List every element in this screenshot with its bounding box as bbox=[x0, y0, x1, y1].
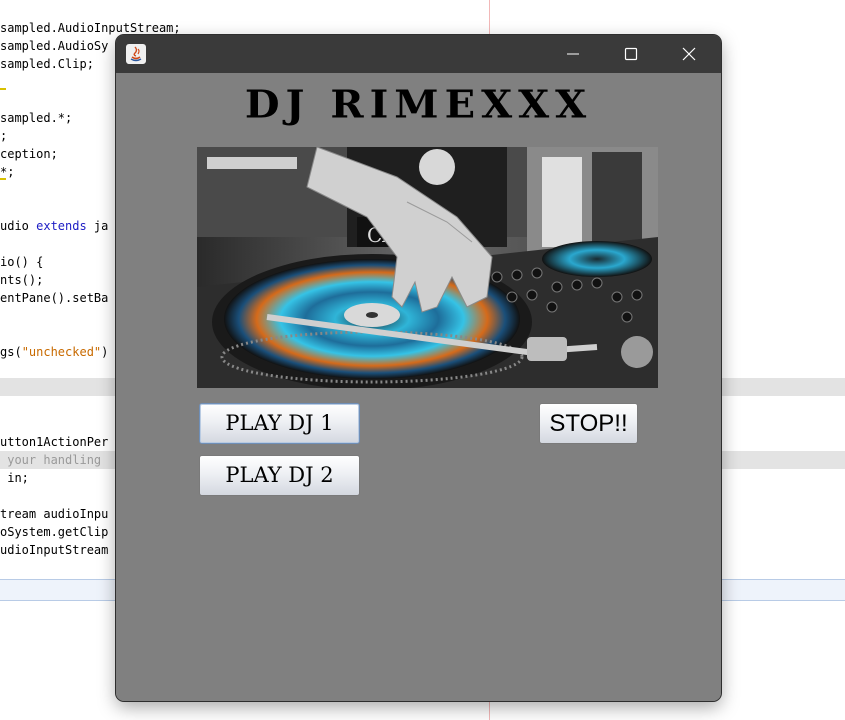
code-line: udio extends ja bbox=[0, 219, 109, 233]
maximize-button[interactable] bbox=[602, 35, 660, 73]
code-line: gs("unchecked") bbox=[0, 345, 109, 359]
code-line: udioInputStream bbox=[0, 543, 109, 557]
code-line: ; bbox=[0, 129, 8, 143]
code-line: ception; bbox=[0, 147, 58, 161]
maximize-icon bbox=[624, 47, 638, 61]
code-line: sampled.AudioSy bbox=[0, 39, 109, 53]
code-line: nts(); bbox=[0, 273, 44, 287]
warning-underline bbox=[0, 88, 6, 90]
minimize-icon bbox=[567, 53, 579, 55]
play-dj-2-button[interactable]: PLAY DJ 2 bbox=[199, 455, 360, 496]
close-button[interactable] bbox=[660, 35, 718, 73]
java-icon bbox=[126, 44, 146, 64]
code-line: sampled.Clip; bbox=[0, 57, 94, 71]
code-line: utton1ActionPer bbox=[0, 435, 109, 449]
code-line: oSystem.getClip bbox=[0, 525, 109, 539]
title-bar[interactable] bbox=[116, 35, 721, 73]
code-line: tream audioInpu bbox=[0, 507, 109, 521]
code-line: entPane().setBa bbox=[0, 291, 109, 305]
content-pane: DJ RIMEXXX PLAY DJ 1 PLAY DJ 2 STOP!! bbox=[116, 73, 721, 701]
dj-turntable-photo: CA bbox=[197, 147, 658, 388]
stop-button[interactable]: STOP!! bbox=[539, 403, 638, 444]
code-line: in; bbox=[0, 471, 29, 485]
code-line: your handling bbox=[0, 453, 102, 467]
minimize-button[interactable] bbox=[544, 35, 602, 73]
warning-underline bbox=[0, 178, 6, 180]
app-window: DJ RIMEXXX PLAY DJ 1 PLAY DJ 2 STOP!! bbox=[116, 35, 721, 701]
code-line: io() { bbox=[0, 255, 44, 269]
play-dj-1-button[interactable]: PLAY DJ 1 bbox=[199, 403, 360, 444]
app-title: DJ RIMEXXX bbox=[244, 82, 593, 127]
code-line: sampled.*; bbox=[0, 111, 73, 125]
close-icon bbox=[682, 47, 696, 61]
